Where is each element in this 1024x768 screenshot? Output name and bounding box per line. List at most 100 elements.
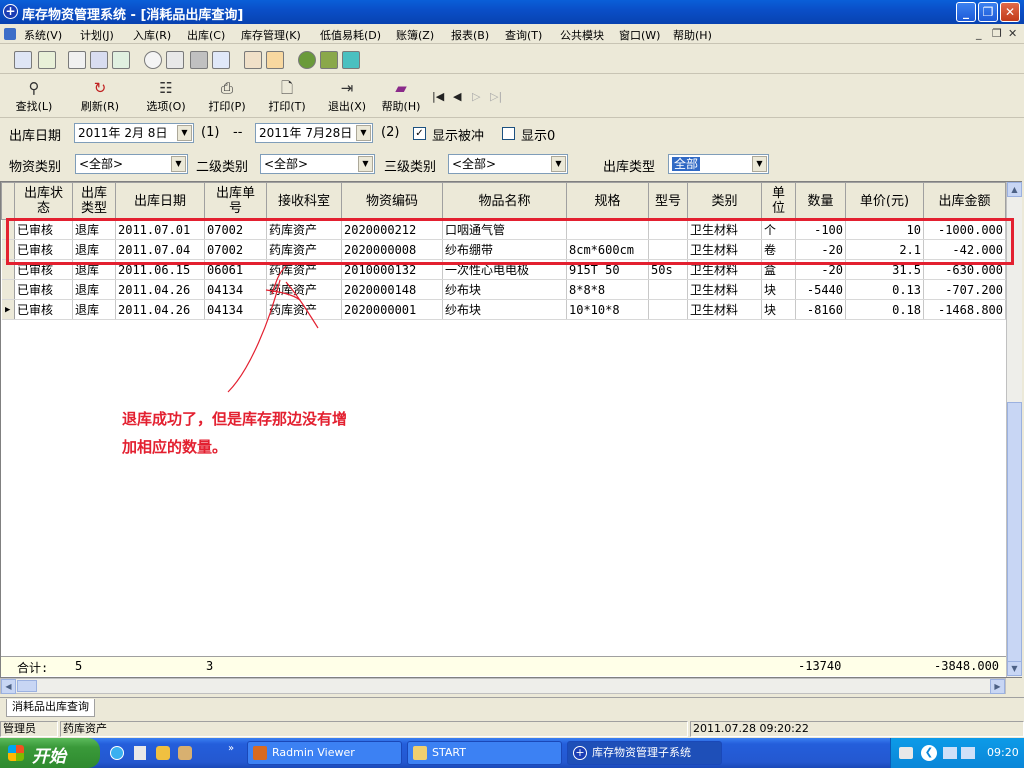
scroll-down-icon[interactable]: ▼ xyxy=(1007,661,1022,676)
scroll-up-icon[interactable]: ▲ xyxy=(1007,182,1022,197)
menu-query[interactable]: 查询(T) xyxy=(505,27,542,43)
exit-button[interactable]: ⇥ 退出(X) xyxy=(323,80,371,114)
sub2-select[interactable]: <全部> ▼ xyxy=(260,154,375,174)
cell-model[interactable] xyxy=(648,279,688,300)
clock[interactable]: 09:20 xyxy=(987,746,1019,759)
cell-date[interactable]: 2011.04.26 xyxy=(115,279,205,300)
task-inventory-app[interactable]: + 库存物资管理子系统 xyxy=(567,741,722,765)
thermometer-icon[interactable] xyxy=(266,51,284,69)
help-button[interactable]: ▰ 帮助(H) xyxy=(377,80,425,114)
chevron-down-icon[interactable]: ▼ xyxy=(177,125,192,141)
last-record-button[interactable]: ▷| xyxy=(490,90,502,103)
chevron-down-icon[interactable]: ▼ xyxy=(752,156,767,172)
col-header-dept[interactable]: 接收科室 xyxy=(266,182,342,220)
form-icon[interactable] xyxy=(68,51,86,69)
chart-icon[interactable] xyxy=(244,51,262,69)
cell-amount[interactable]: -707.200 xyxy=(923,279,1006,300)
cell-category[interactable]: 卫生材料 xyxy=(687,299,762,320)
menu-consumables[interactable]: 低值易耗(D) xyxy=(320,27,381,43)
cell-model[interactable] xyxy=(648,299,688,320)
scroll-right-icon[interactable]: ▶ xyxy=(990,679,1005,694)
col-header-category[interactable]: 类别 xyxy=(687,182,762,220)
end-date-picker[interactable]: 2011年 7月28日 ▼ xyxy=(255,123,373,143)
tab-outbound-query[interactable]: 消耗品出库查询 xyxy=(6,699,95,717)
start-button[interactable]: 开始 xyxy=(0,738,100,768)
col-header-name[interactable]: 物品名称 xyxy=(442,182,567,220)
col-header-type[interactable]: 出库类型 xyxy=(72,182,116,220)
tool-shortcut-icon[interactable] xyxy=(178,746,192,760)
table-row[interactable]: ▶ 已审核 退库 2011.04.26 04134 药库资产 2020000001 纱布块 10… xyxy=(1,299,1006,320)
menu-plan[interactable]: 计划(J) xyxy=(80,27,114,43)
menu-system[interactable]: 系统(V) xyxy=(24,27,62,43)
cell-price[interactable]: 0.18 xyxy=(845,299,924,320)
category-select[interactable]: <全部> ▼ xyxy=(75,154,188,174)
cell-unit[interactable]: 块 xyxy=(761,299,796,320)
menu-outbound[interactable]: 出库(C) xyxy=(187,27,225,43)
col-header-code[interactable]: 物资编码 xyxy=(341,182,443,220)
cell-code[interactable]: 2020000148 xyxy=(341,279,443,300)
cell-type[interactable]: 退库 xyxy=(72,299,116,320)
menu-inventory[interactable]: 库存管理(K) xyxy=(241,27,301,43)
cell-qty[interactable]: -5440 xyxy=(795,279,846,300)
menu-reports[interactable]: 报表(B) xyxy=(451,27,489,43)
keyboard-icon[interactable] xyxy=(899,747,913,759)
col-header-qty[interactable]: 数量 xyxy=(795,182,846,220)
edit-icon[interactable] xyxy=(38,51,56,69)
row-indicator[interactable]: ▶ xyxy=(1,299,15,320)
task-start-folder[interactable]: START xyxy=(407,741,562,765)
show-offset-checkbox[interactable]: ✓ xyxy=(413,127,426,140)
options-button[interactable]: ☷ 选项(O) xyxy=(142,80,190,114)
col-header-date[interactable]: 出库日期 xyxy=(115,182,205,220)
scroll-thumb[interactable] xyxy=(1007,402,1022,662)
chevron-down-icon[interactable]: ▼ xyxy=(358,156,373,172)
menu-inbound[interactable]: 入库(R) xyxy=(133,27,171,43)
row-indicator[interactable] xyxy=(1,279,15,300)
menu-common[interactable]: 公共模块 xyxy=(560,27,604,43)
network-icon[interactable] xyxy=(943,747,957,759)
prev-record-button[interactable]: ◀ xyxy=(453,90,461,103)
print-button[interactable]: ⎙ 打印(P) xyxy=(203,80,251,114)
network2-icon[interactable] xyxy=(961,747,975,759)
h-scroll-thumb[interactable] xyxy=(17,680,37,692)
mdi-restore-button[interactable]: ❐ xyxy=(992,27,1002,40)
chevron-down-icon[interactable]: ▼ xyxy=(551,156,566,172)
minimize-button[interactable]: _ xyxy=(956,2,976,22)
cell-code[interactable]: 2020000001 xyxy=(341,299,443,320)
print-preview-button[interactable]: 🗋 打印(T) xyxy=(263,80,311,114)
task-radmin[interactable]: Radmin Viewer xyxy=(247,741,402,765)
sub3-select[interactable]: <全部> ▼ xyxy=(448,154,568,174)
cell-category[interactable]: 卫生材料 xyxy=(687,279,762,300)
app-shortcut-icon[interactable] xyxy=(156,746,170,760)
search-icon[interactable] xyxy=(144,51,162,69)
open-icon[interactable] xyxy=(14,51,32,69)
document-icon[interactable] xyxy=(4,28,16,40)
book-icon[interactable] xyxy=(320,51,338,69)
table-icon[interactable] xyxy=(212,51,230,69)
cell-amount[interactable]: -1468.800 xyxy=(923,299,1006,320)
chevron-down-icon[interactable]: ▼ xyxy=(356,125,371,141)
cell-name[interactable]: 纱布块 xyxy=(442,279,567,300)
menu-help[interactable]: 帮助(H) xyxy=(673,27,712,43)
cell-status[interactable]: 已审核 xyxy=(14,279,73,300)
mdi-minimize-button[interactable]: _ xyxy=(976,27,982,40)
col-header-price[interactable]: 单价(元) xyxy=(845,182,924,220)
close-button[interactable]: ✕ xyxy=(1000,2,1020,22)
next-record-button[interactable]: ▷ xyxy=(472,90,480,103)
cell-spec[interactable]: 8*8*8 xyxy=(566,279,649,300)
first-record-button[interactable]: |◀ xyxy=(432,90,444,103)
menu-ledger[interactable]: 账簿(Z) xyxy=(396,27,434,43)
col-header-status[interactable]: 出库状态 xyxy=(14,182,73,220)
table-row[interactable]: 已审核 退库 2011.04.26 04134 药库资产 2020000148 纱布块 8*8… xyxy=(1,279,1006,300)
quicklaunch-chevron-icon[interactable]: » xyxy=(228,743,234,754)
export-icon[interactable] xyxy=(342,51,360,69)
scroll-left-icon[interactable]: ◀ xyxy=(1,679,16,694)
cell-type[interactable]: 退库 xyxy=(72,279,116,300)
tray-expand-icon[interactable]: ❮ xyxy=(921,745,937,761)
mdi-close-button[interactable]: ✕ xyxy=(1008,27,1017,40)
cell-qty[interactable]: -8160 xyxy=(795,299,846,320)
ie-icon[interactable] xyxy=(110,746,124,760)
cell-unit[interactable]: 块 xyxy=(761,279,796,300)
cell-spec[interactable]: 10*10*8 xyxy=(566,299,649,320)
refresh-button[interactable]: ↻ 刷新(R) xyxy=(76,80,124,114)
col-header-spec[interactable]: 规格 xyxy=(566,182,649,220)
